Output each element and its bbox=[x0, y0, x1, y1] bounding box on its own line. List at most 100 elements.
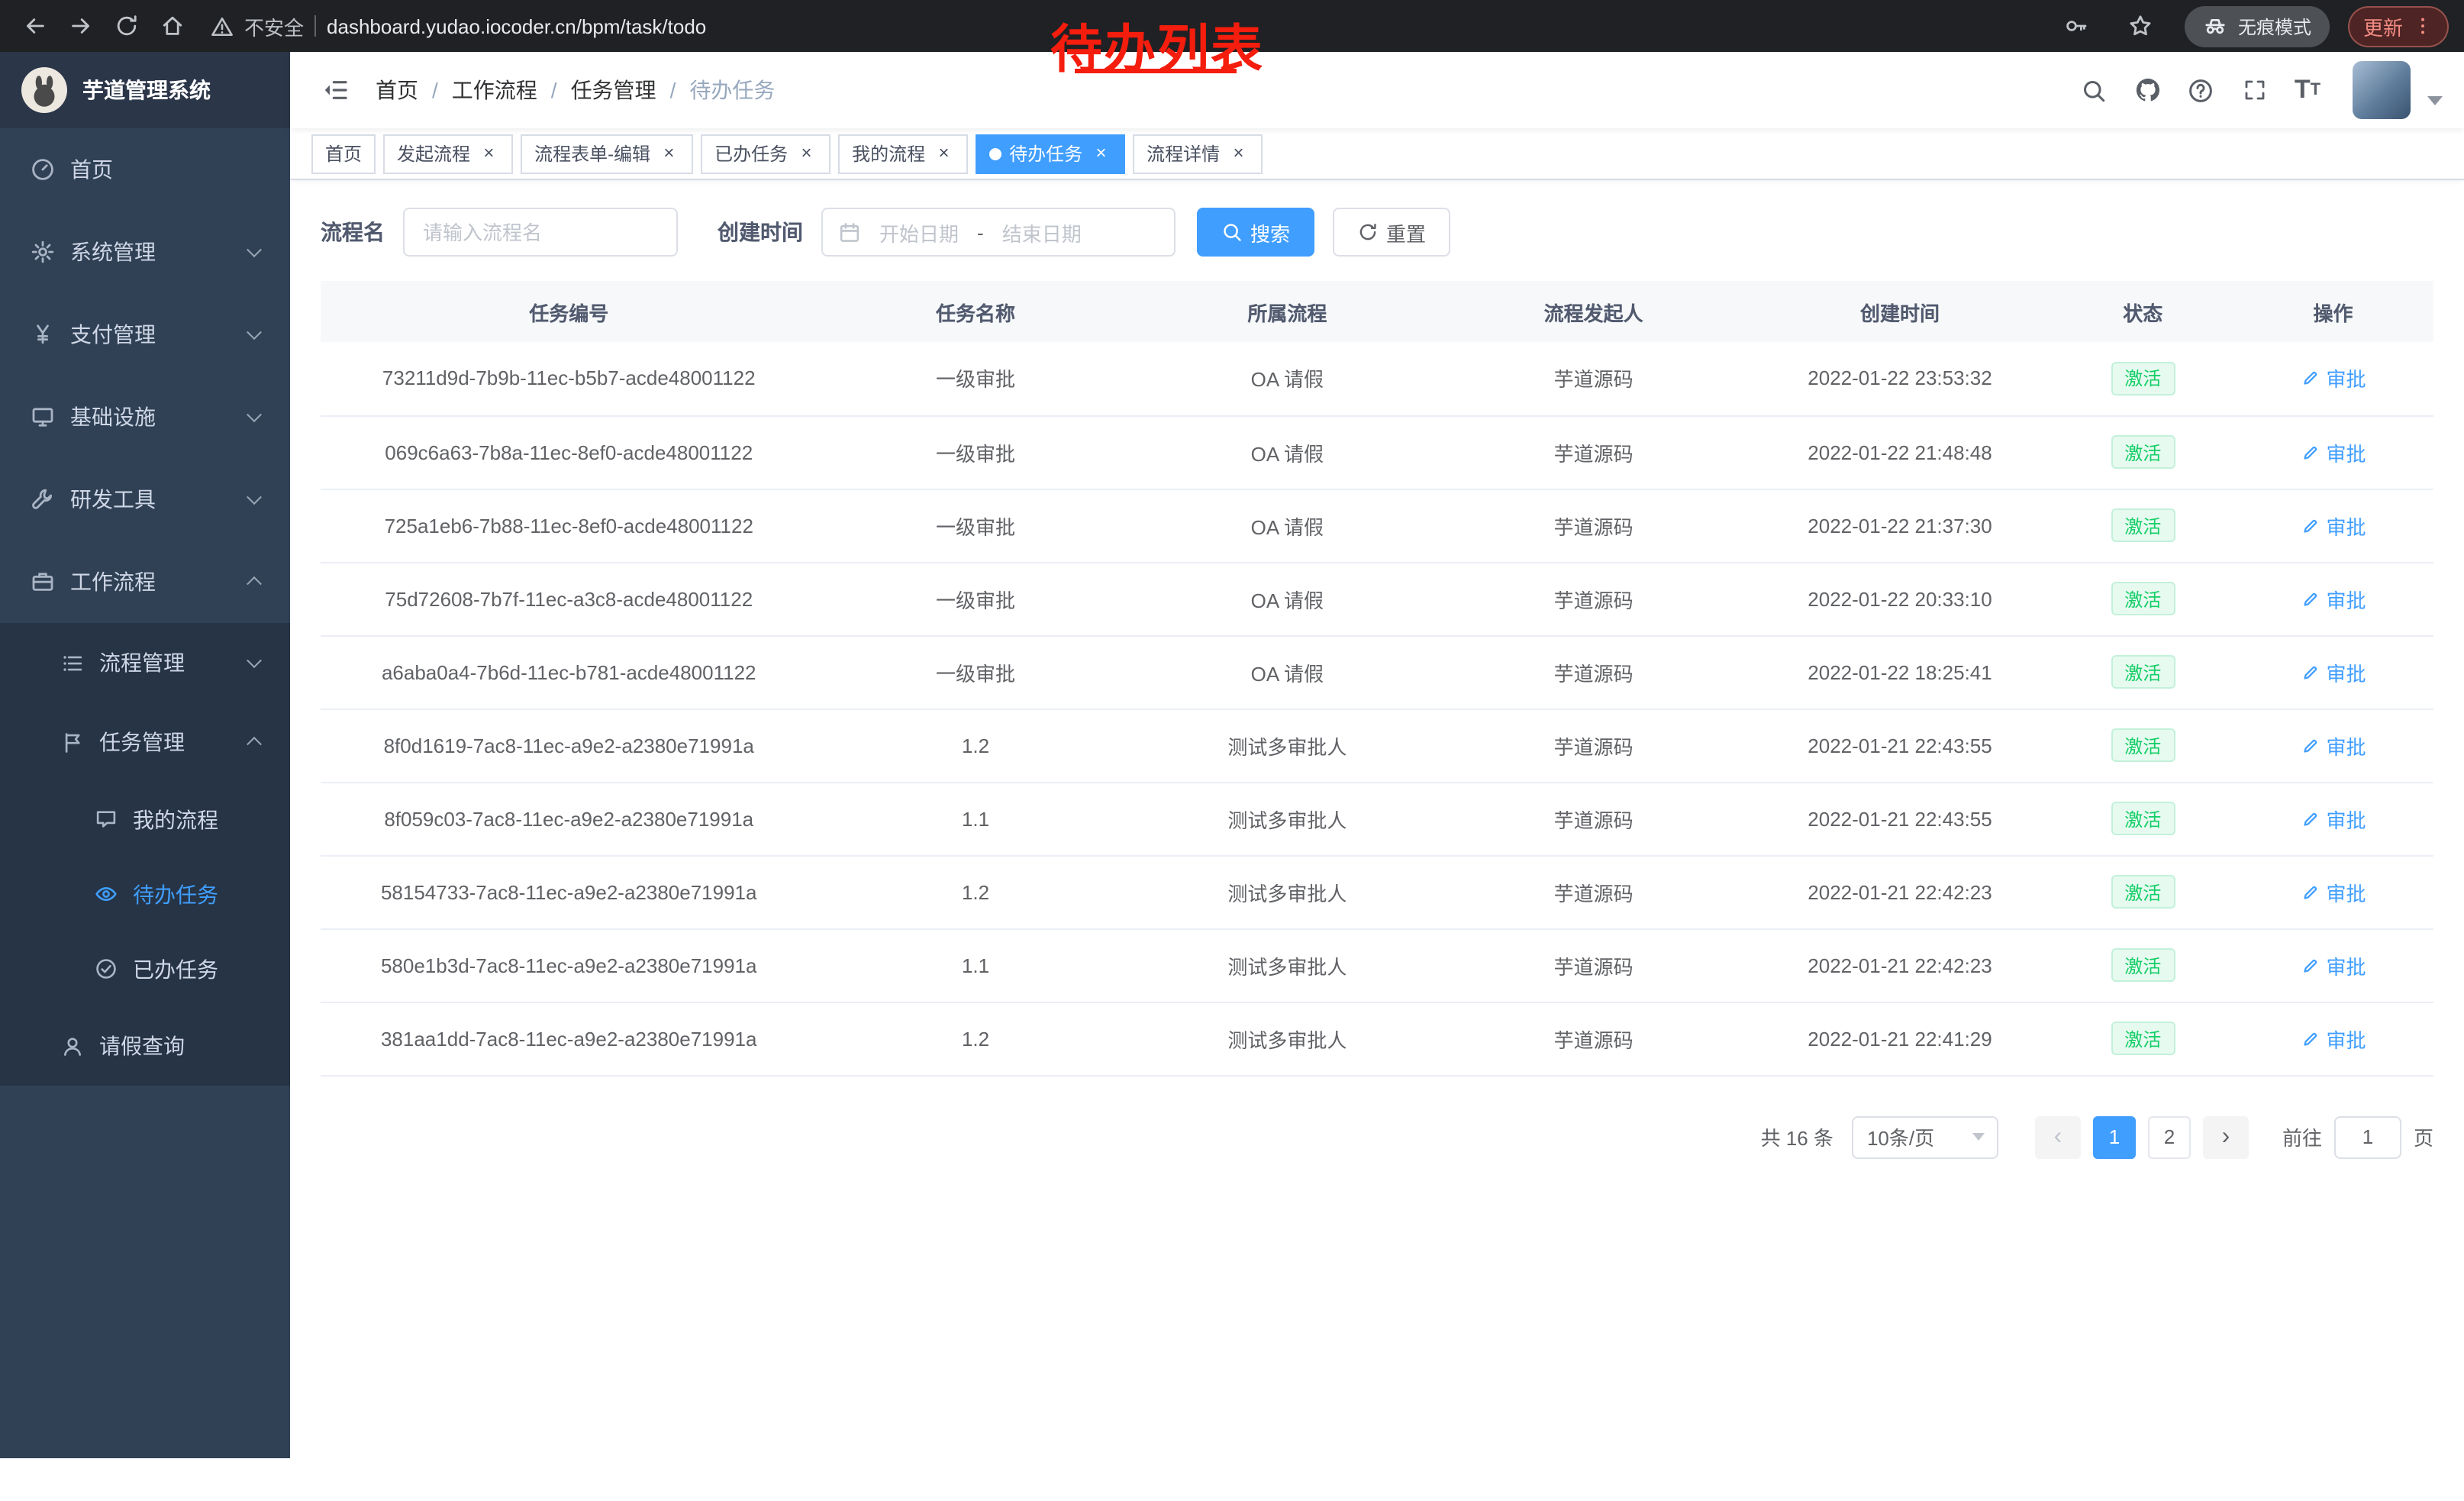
tab-close-icon[interactable] bbox=[1090, 143, 1111, 164]
tab-my-processes[interactable]: 我的流程 bbox=[838, 134, 968, 173]
column-header-task-id: 任务编号 bbox=[321, 281, 817, 342]
page-jumper: 前往 页 bbox=[2282, 1115, 2433, 1158]
cell-actions: 审批 bbox=[2233, 415, 2433, 489]
cell-status: 激活 bbox=[2053, 342, 2233, 415]
cell-initiator: 芋道源码 bbox=[1440, 1002, 1746, 1075]
tab-close-icon[interactable] bbox=[658, 143, 679, 164]
sidebar-item-task-management[interactable]: 任务管理 bbox=[0, 702, 290, 782]
next-page-button[interactable] bbox=[2203, 1115, 2249, 1158]
forward-button[interactable] bbox=[61, 6, 101, 46]
page-size-value: 10条/页 bbox=[1867, 1122, 1934, 1151]
fullscreen-button[interactable] bbox=[2230, 66, 2278, 114]
wrench-icon bbox=[31, 487, 55, 512]
menu-dots-icon bbox=[2412, 15, 2433, 37]
approve-link[interactable]: 审批 bbox=[2300, 584, 2366, 613]
page-number-2[interactable]: 2 bbox=[2148, 1115, 2191, 1158]
approve-link[interactable]: 审批 bbox=[2300, 657, 2366, 686]
sidebar-item-payment-management[interactable]: 支付管理 bbox=[0, 293, 290, 376]
flag-icon bbox=[61, 731, 84, 754]
refresh-icon bbox=[1357, 221, 1379, 243]
status-badge: 激活 bbox=[2111, 948, 2175, 982]
process-name-label: 流程名 bbox=[321, 217, 385, 247]
gear-icon bbox=[31, 240, 55, 264]
sidebar-item-process-management[interactable]: 流程管理 bbox=[0, 623, 290, 702]
chevron-down-icon bbox=[247, 324, 262, 340]
passwords-key-button[interactable] bbox=[2056, 6, 2096, 46]
sidebar-item-leave-query[interactable]: 请假查询 bbox=[0, 1006, 290, 1086]
incognito-label: 无痕模式 bbox=[2238, 13, 2311, 39]
page-number-1[interactable]: 1 bbox=[2093, 1115, 2136, 1158]
tab-close-icon[interactable] bbox=[478, 143, 499, 164]
table-row: 580e1b3d-7ac8-11ec-a9e2-a2380e71991a 1.1… bbox=[321, 928, 2433, 1002]
user-avatar[interactable] bbox=[2353, 61, 2411, 119]
approve-link[interactable]: 审批 bbox=[2300, 951, 2366, 980]
edit-pen-icon bbox=[2300, 369, 2320, 389]
approve-link[interactable]: 审批 bbox=[2300, 804, 2366, 833]
sidebar-item-todo-tasks[interactable]: 待办任务 bbox=[0, 857, 290, 931]
prev-page-button[interactable] bbox=[2035, 1115, 2081, 1158]
sidebar-toggle-button[interactable] bbox=[311, 66, 360, 115]
tab-close-icon[interactable] bbox=[795, 143, 817, 164]
url-text: dashboard.yudao.iocoder.cn/bpm/task/todo bbox=[327, 15, 706, 37]
approve-link[interactable]: 审批 bbox=[2300, 437, 2366, 466]
home-button[interactable] bbox=[153, 6, 192, 46]
tab-close-icon[interactable] bbox=[1227, 143, 1249, 164]
page-size-select[interactable]: 10条/页 bbox=[1852, 1115, 1998, 1158]
sidebar-item-system-management[interactable]: 系统管理 bbox=[0, 211, 290, 293]
reset-button[interactable]: 重置 bbox=[1333, 208, 1450, 257]
forward-arrow-icon bbox=[69, 14, 93, 38]
approve-link-label: 审批 bbox=[2326, 584, 2366, 613]
sidebar-item-infrastructure[interactable]: 基础设施 bbox=[0, 376, 290, 458]
sidebar-item-workflow[interactable]: 工作流程 bbox=[0, 541, 290, 623]
tab-close-icon[interactable] bbox=[933, 143, 954, 164]
back-button[interactable] bbox=[15, 6, 55, 46]
cell-process: 测试多审批人 bbox=[1134, 782, 1440, 855]
goto-page-input[interactable] bbox=[2334, 1115, 2401, 1158]
cell-status: 激活 bbox=[2053, 562, 2233, 635]
tab-label: 发起流程 bbox=[397, 140, 470, 166]
chevron-down-icon bbox=[247, 653, 262, 668]
tab-start-process[interactable]: 发起流程 bbox=[383, 134, 513, 173]
approve-link[interactable]: 审批 bbox=[2300, 364, 2366, 393]
approve-link[interactable]: 审批 bbox=[2300, 511, 2366, 540]
bookmark-star-button[interactable] bbox=[2121, 6, 2160, 46]
font-size-button[interactable] bbox=[2284, 66, 2331, 114]
github-button[interactable] bbox=[2124, 66, 2171, 114]
cell-initiator: 芋道源码 bbox=[1440, 928, 1746, 1002]
approve-link[interactable]: 审批 bbox=[2300, 731, 2366, 760]
help-button[interactable] bbox=[2177, 66, 2224, 114]
sidebar-item-my-processes[interactable]: 我的流程 bbox=[0, 782, 290, 857]
status-badge: 激活 bbox=[2111, 728, 2175, 762]
sidebar-item-dev-tools[interactable]: 研发工具 bbox=[0, 458, 290, 541]
date-range-picker[interactable]: 开始日期 - 结束日期 bbox=[821, 208, 1176, 257]
breadcrumb-item-workflow[interactable]: 工作流程 bbox=[452, 75, 537, 105]
breadcrumb-item-home[interactable]: 首页 bbox=[376, 75, 418, 105]
address-bar[interactable]: 不安全 dashboard.yudao.iocoder.cn/bpm/task/… bbox=[211, 11, 706, 40]
header-search-button[interactable] bbox=[2070, 66, 2117, 114]
reload-button[interactable] bbox=[107, 6, 147, 46]
tab-todo-tasks[interactable]: 待办任务 bbox=[976, 134, 1125, 173]
tab-process-detail[interactable]: 流程详情 bbox=[1133, 134, 1263, 173]
screen: 待办列表 不安全 dashboard.yudao.iocoder.cn/bpm/… bbox=[0, 0, 2464, 1501]
cell-created: 2022-01-21 22:42:23 bbox=[1746, 928, 2053, 1002]
sidebar-item-done-tasks[interactable]: 已办任务 bbox=[0, 931, 290, 1006]
tab-done-tasks[interactable]: 已办任务 bbox=[701, 134, 830, 173]
sidebar-item-label: 首页 bbox=[70, 154, 113, 185]
main-area: 首页 工作流程 任务管理 待办任务 bbox=[290, 52, 2464, 1458]
search-button[interactable]: 搜索 bbox=[1197, 208, 1314, 257]
browser-update-button[interactable]: 更新 bbox=[2348, 5, 2449, 47]
top-navbar: 首页 工作流程 任务管理 待办任务 bbox=[290, 52, 2464, 128]
app-logo-row[interactable]: 芋道管理系统 bbox=[0, 52, 290, 128]
sidebar-item-home[interactable]: 首页 bbox=[0, 128, 290, 211]
pager-buttons: 1 2 bbox=[2035, 1115, 2249, 1158]
chat-icon bbox=[95, 808, 118, 831]
tab-label: 流程表单-编辑 bbox=[534, 140, 650, 166]
tab-home[interactable]: 首页 bbox=[311, 134, 376, 173]
approve-link[interactable]: 审批 bbox=[2300, 1024, 2366, 1053]
breadcrumb-item-task-management[interactable]: 任务管理 bbox=[571, 75, 656, 105]
approve-link[interactable]: 审批 bbox=[2300, 877, 2366, 906]
process-name-input[interactable] bbox=[403, 208, 678, 257]
sidebar-item-label: 研发工具 bbox=[70, 484, 156, 515]
tab-process-form-edit[interactable]: 流程表单-编辑 bbox=[521, 134, 693, 173]
column-header-created: 创建时间 bbox=[1746, 281, 2053, 342]
